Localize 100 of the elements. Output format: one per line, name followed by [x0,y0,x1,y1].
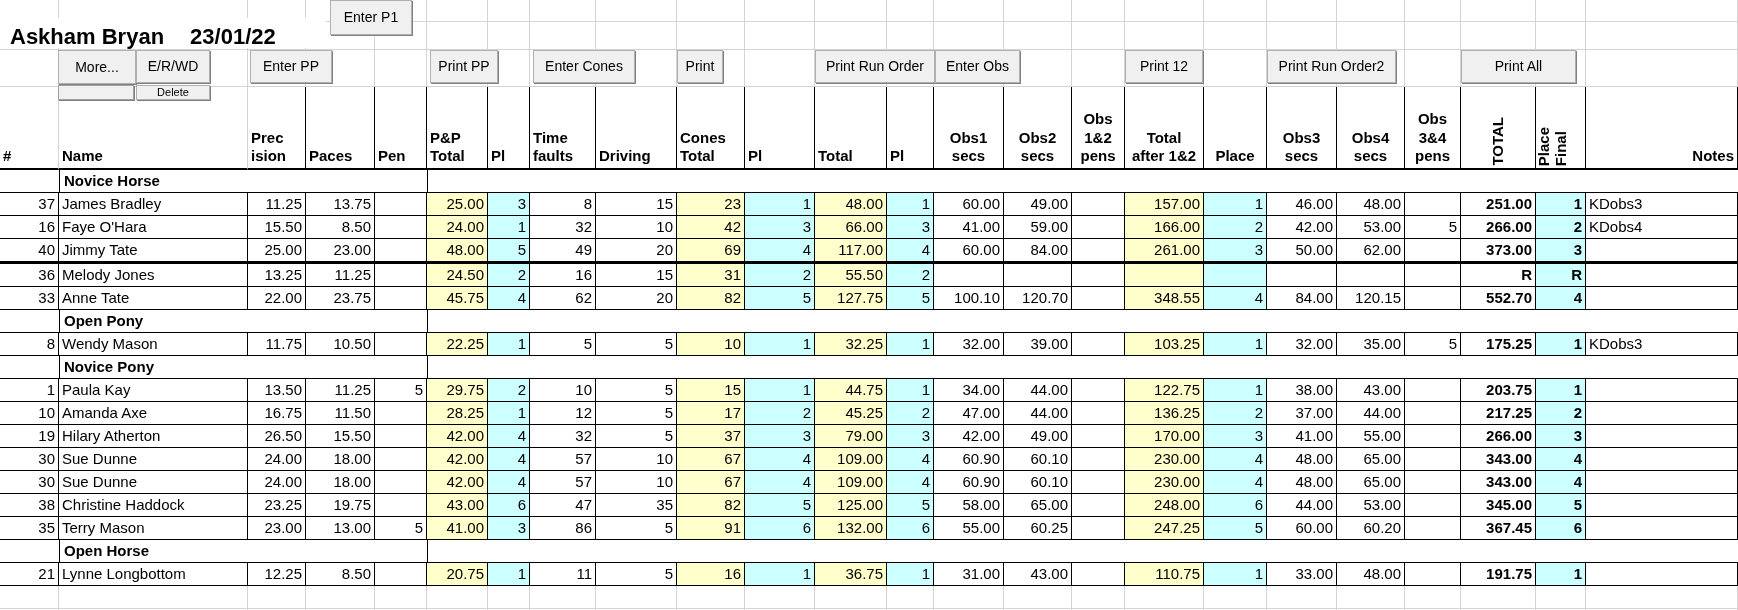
table-cell: 36 [0,264,59,287]
table-cell: 57 [530,448,596,471]
table-cell: 2 [1204,402,1267,425]
empty-cell [306,586,375,609]
table-cell: 16 [0,216,59,239]
column-header: Prec ision [250,128,287,167]
table-cell: 32.00 [934,333,1004,356]
column-header: Obs1 secs [948,128,989,167]
table-cell: 132.00 [815,517,887,540]
group-heading: Open Horse [63,540,151,561]
column-header: TOTAL [1489,116,1507,168]
macro-button[interactable]: Enter Obs [935,50,1020,83]
table-cell: Lynne Longbottom [59,563,248,586]
table-cell: 60.10 [1004,448,1072,471]
table-cell: 23.75 [306,287,375,310]
table-cell: 3 [887,425,934,448]
table-cell: 3 [1536,425,1586,448]
macro-button[interactable]: Enter Cones [533,50,635,83]
empty-cell [1072,0,1125,22]
table-cell: 42.00 [934,425,1004,448]
macro-button[interactable]: Print 12 [1125,50,1203,83]
macro-button[interactable]: More... [58,50,136,84]
table-cell: 65.00 [1004,494,1072,517]
table-cell: 1 [745,379,815,402]
table-cell: 11 [530,563,596,586]
table-cell: 1 [1204,193,1267,216]
macro-button[interactable]: Print Run Order2 [1267,50,1396,83]
empty-cell [488,586,530,609]
table-cell: 42.00 [1267,216,1337,239]
table-cell: 3 [1204,425,1267,448]
table-cell: 24.00 [248,448,306,471]
table-cell: 29.75 [427,379,488,402]
table-cell: 1 [1536,193,1586,216]
empty-cell [815,0,887,22]
empty-cell [1536,586,1586,609]
table-cell: 11.25 [306,379,375,402]
table-cell: 5 [887,494,934,517]
table-cell: 33.00 [1267,563,1337,586]
table-cell: 44.75 [815,379,887,402]
table-cell: 32.25 [815,333,887,356]
table-cell: 5 [745,287,815,310]
table-cell: 65.00 [1337,471,1405,494]
empty-cell [1405,471,1461,494]
group-heading: Open Pony [63,310,145,331]
table-cell: 4 [488,287,530,310]
macro-button[interactable]: Print PP [430,50,498,83]
table-cell: 1 [1536,379,1586,402]
blank-button[interactable] [58,85,134,100]
table-cell: Anne Tate [59,287,248,310]
table-cell: 11.50 [306,402,375,425]
table-cell: 10 [677,333,745,356]
empty-cell [1204,22,1267,50]
macro-button[interactable]: Delete [136,85,210,100]
empty-cell [530,586,596,609]
table-cell: 42.00 [427,471,488,494]
macro-button[interactable]: E/R/WD [136,50,210,83]
table-cell: 1 [488,402,530,425]
macro-button[interactable]: Print [677,50,723,83]
macro-button[interactable]: Enter P1 [330,0,412,35]
table-cell: 166.00 [1125,216,1204,239]
table-cell: 13.25 [248,264,306,287]
table-cell: 10 [530,379,596,402]
macro-button[interactable]: Print All [1461,50,1576,83]
table-cell: 48.00 [1337,563,1405,586]
table-cell: 12.25 [248,563,306,586]
table-cell: 48.00 [815,193,887,216]
table-cell: 48.00 [1337,193,1405,216]
table-cell: 16 [530,264,596,287]
table-cell: 67 [677,471,745,494]
table-cell: 37.00 [1267,402,1337,425]
table-cell: 82 [677,494,745,517]
table-cell: 45.75 [427,287,488,310]
table-cell: 31 [677,264,745,287]
table-cell: 2 [1536,216,1586,239]
sheet-date: 23/01/22 [190,26,276,48]
column-header: Notes [1691,147,1735,167]
empty-cell [1405,264,1461,287]
table-cell: 6 [488,494,530,517]
table-cell: 15 [677,379,745,402]
column-header: Name [61,147,104,167]
table-cell: 1 [887,379,934,402]
table-cell: 1 [1536,563,1586,586]
table-cell: 60.00 [1267,517,1337,540]
table-cell: 230.00 [1125,448,1204,471]
macro-button[interactable]: Enter PP [250,50,332,83]
column-header: Place [1214,147,1256,167]
table-cell: 42 [677,216,745,239]
table-cell: 2 [887,264,934,287]
empty-cell [1536,0,1586,22]
table-cell: 19 [0,425,59,448]
table-cell: 23.00 [248,517,306,540]
table-cell: 5 [1405,333,1461,356]
table-cell: 120.15 [1337,287,1405,310]
empty-cell [1405,22,1461,50]
macro-button[interactable]: Print Run Order [815,50,935,83]
empty-cell [1405,517,1461,540]
table-cell: 44.00 [1004,379,1072,402]
table-cell: 157.00 [1125,193,1204,216]
table-cell: 35.00 [1337,333,1405,356]
table-cell: 34.00 [934,379,1004,402]
